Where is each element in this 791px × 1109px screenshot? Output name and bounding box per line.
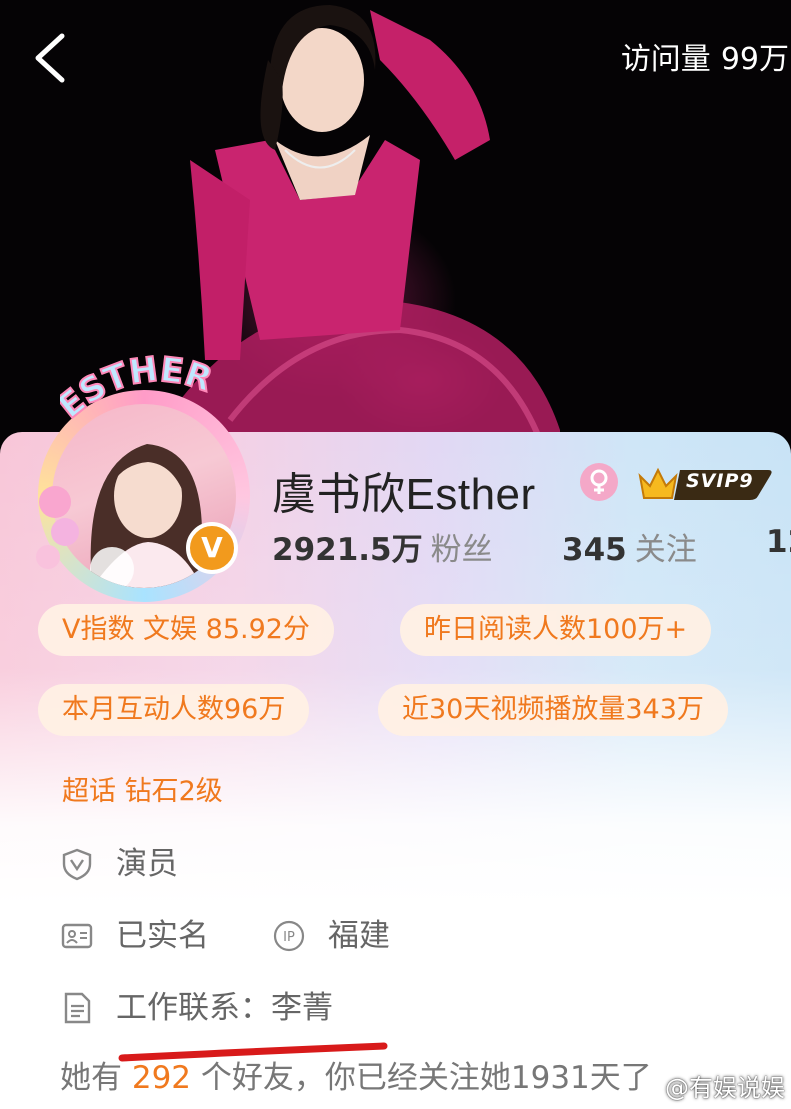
visit-count: 访问量 99万 [621, 38, 791, 82]
esther-frame-text: ESTHER [60, 350, 218, 420]
id-card-icon [61, 923, 93, 949]
svg-text:IP: IP [283, 930, 295, 945]
svip-level-badge: SVIP9 [686, 470, 754, 492]
tag-super-topic[interactable]: 超话 钻石2级 [62, 766, 223, 818]
friends-prefix: 她有 [60, 1060, 122, 1096]
identity-row: 已实名 IP 福建 [60, 914, 480, 958]
occupation-text: 演员 [116, 846, 178, 882]
followers-count: 2921.5万 [272, 532, 423, 568]
third-stat-count: 12 [766, 524, 791, 560]
visit-count-value: 99万 [720, 42, 789, 77]
profile-name: 虞书欣Esther [272, 470, 536, 519]
document-icon [64, 992, 91, 1024]
ip-location-text: 福建 [328, 918, 390, 954]
following-stat[interactable]: 345 关注 [562, 524, 697, 569]
watermark-text: @有娱说娱 [665, 1074, 785, 1102]
tag-yesterday-reads[interactable]: 昨日阅读人数100万+ [400, 604, 712, 656]
real-name-status: 已实名 [116, 918, 209, 954]
tag-monthly-interactions[interactable]: 本月互动人数96万 [38, 684, 310, 736]
ip-location-group: IP 福建 [272, 914, 432, 958]
friends-summary[interactable]: 她有 292 个好友，你已经关注她1931天了 [60, 1056, 652, 1100]
tag-video-plays[interactable]: 近30天视频播放量343万 [378, 684, 728, 736]
followers-label: 粉丝 [430, 532, 493, 568]
shield-v-icon [62, 848, 92, 881]
verified-badge: V [186, 522, 238, 574]
chevron-left-icon [35, 33, 65, 83]
ip-icon: IP [273, 920, 305, 952]
followers-stat[interactable]: 2921.5万 粉丝 [272, 532, 493, 568]
svg-text:ESTHER: ESTHER [60, 350, 217, 420]
visit-count-label: 访问量 [620, 42, 711, 77]
friends-count: 292 [131, 1060, 192, 1096]
tag-v-index[interactable]: V指数 文娱 85.92分 [38, 604, 334, 656]
back-button[interactable] [28, 30, 78, 86]
following-count: 345 [562, 532, 627, 568]
work-contact-text: 工作联系：李菁 [116, 990, 333, 1026]
third-stat-partial[interactable]: 12 [766, 524, 791, 560]
friends-suffix: 个好友，你已经关注她1931天了 [200, 1060, 652, 1096]
flower-decoration-icon [36, 486, 79, 569]
profile-stats: 2921.5万粉丝 345关注 12 [272, 524, 791, 569]
following-label: 关注 [634, 532, 697, 568]
female-gender-icon [580, 463, 618, 501]
